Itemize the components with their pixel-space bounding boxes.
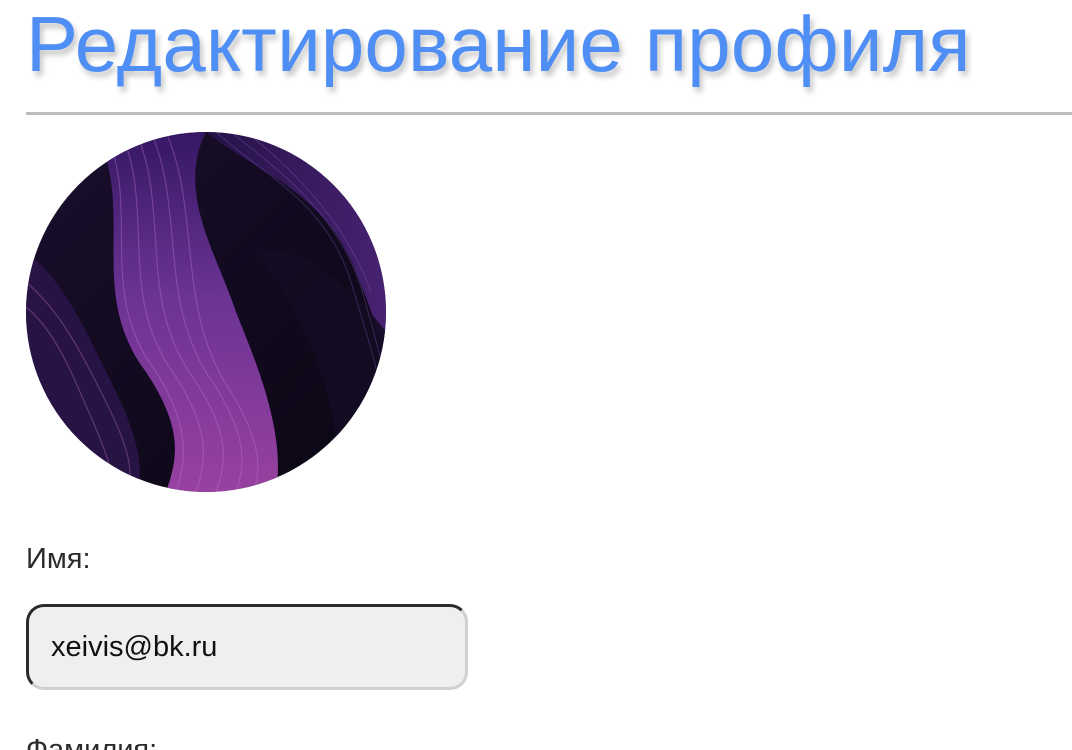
surname-label: Фамилия: [26, 734, 158, 750]
name-input[interactable] [26, 604, 468, 690]
page-title: Редактирование профиля [26, 0, 971, 88]
name-label: Имя: [26, 543, 91, 575]
profile-edit-page: Редактирование профиля Имя: xeivis@bk.ru… [0, 0, 1072, 750]
title-divider [26, 112, 1072, 115]
avatar[interactable] [26, 132, 386, 492]
avatar-image [26, 132, 386, 492]
